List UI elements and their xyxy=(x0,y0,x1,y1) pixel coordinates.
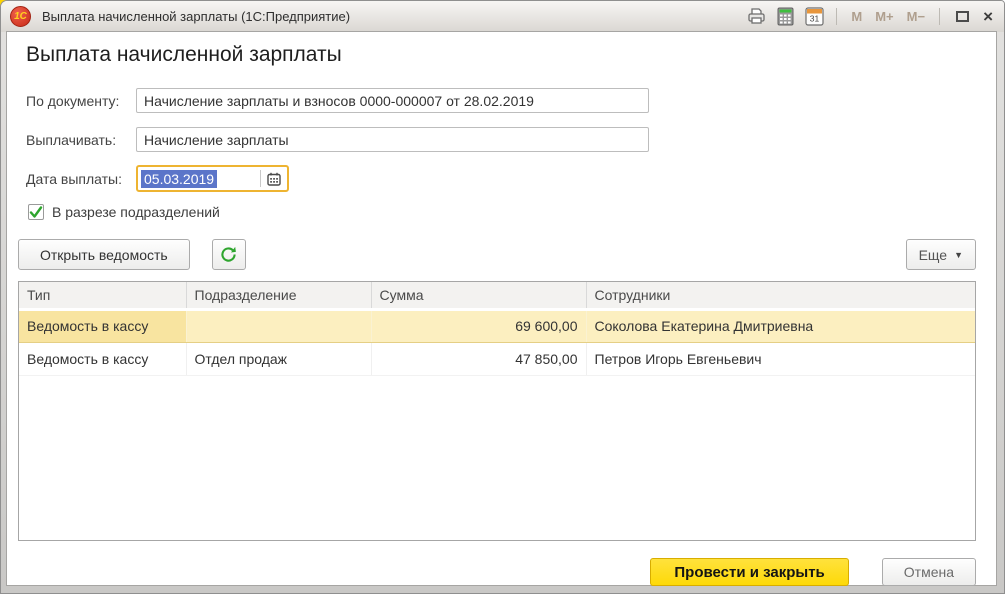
field-row-date: Дата выплаты: 05.03.2019 xyxy=(26,165,289,192)
titlebar-separator xyxy=(836,8,837,25)
refresh-icon xyxy=(220,246,237,263)
field-row-pay: Выплачивать: Начисление зарплаты xyxy=(26,127,649,152)
document-field[interactable]: Начисление зарплаты и взносов 0000-00000… xyxy=(136,88,649,113)
calendar-icon[interactable]: 31 xyxy=(803,7,825,27)
page-title: Выплата начисленной зарплаты xyxy=(26,43,342,67)
footer-buttons: Провести и закрыть Отмена xyxy=(650,558,976,586)
pay-field-label: Выплачивать: xyxy=(26,132,136,148)
date-picker-icon[interactable] xyxy=(261,167,287,190)
memory-m-button[interactable]: M xyxy=(848,9,865,24)
cancel-button[interactable]: Отмена xyxy=(882,558,976,586)
table-header-row: Тип Подразделение Сумма Сотрудники xyxy=(19,282,975,309)
field-row-document: По документу: Начисление зарплаты и взно… xyxy=(26,88,649,113)
form-content: Выплата начисленной зарплаты По документ… xyxy=(7,32,996,585)
pay-field-value: Начисление зарплаты xyxy=(144,132,289,148)
column-header-amount[interactable]: Сумма xyxy=(371,282,586,309)
table-row[interactable]: Ведомость в кассу Отдел продаж 47 850,00… xyxy=(19,342,975,375)
cell-type[interactable]: Ведомость в кассу xyxy=(19,342,186,375)
print-icon[interactable] xyxy=(745,7,767,27)
refresh-button[interactable] xyxy=(212,239,246,270)
document-field-value: Начисление зарплаты и взносов 0000-00000… xyxy=(144,93,534,109)
cell-employees[interactable]: Петров Игорь Евгеньевич xyxy=(586,342,975,375)
more-button-label: Еще xyxy=(919,247,948,263)
close-icon[interactable]: × xyxy=(980,8,996,25)
column-header-department[interactable]: Подразделение xyxy=(186,282,371,309)
memory-m-minus-button[interactable]: M− xyxy=(904,9,928,24)
more-button[interactable]: Еще ▼ xyxy=(906,239,976,270)
post-and-close-button[interactable]: Провести и закрыть xyxy=(650,558,848,586)
chevron-down-icon: ▼ xyxy=(954,250,963,260)
app-window: 1С Выплата начисленной зарплаты (1С:Пред… xyxy=(0,0,1005,594)
toolbar: Открыть ведомость Еще ▼ xyxy=(18,239,976,270)
checkbox-label: В разрезе подразделений xyxy=(52,204,220,220)
1c-logo-icon: 1С xyxy=(10,6,31,27)
pay-field[interactable]: Начисление зарплаты xyxy=(136,127,649,152)
calculator-icon[interactable] xyxy=(774,7,796,27)
payments-table: Тип Подразделение Сумма Сотрудники Ведом… xyxy=(18,281,976,541)
checkbox-check-icon xyxy=(28,204,44,220)
date-field-label: Дата выплаты: xyxy=(26,171,136,187)
by-department-checkbox[interactable]: В разрезе подразделений xyxy=(28,204,220,220)
cell-amount[interactable]: 69 600,00 xyxy=(371,309,586,342)
maximize-icon[interactable] xyxy=(951,7,973,27)
payment-date-value: 05.03.2019 xyxy=(141,170,217,188)
cell-type[interactable]: Ведомость в кассу xyxy=(19,309,186,342)
window-title: Выплата начисленной зарплаты (1С:Предпри… xyxy=(42,9,350,24)
column-header-employees[interactable]: Сотрудники xyxy=(586,282,975,309)
document-field-label: По документу: xyxy=(26,93,136,109)
table-row[interactable]: Ведомость в кассу 69 600,00 Соколова Ека… xyxy=(19,309,975,342)
payment-date-field[interactable]: 05.03.2019 xyxy=(136,165,289,192)
svg-text:31: 31 xyxy=(810,14,820,24)
titlebar: 1С Выплата начисленной зарплаты (1С:Пред… xyxy=(1,1,1004,32)
cell-amount[interactable]: 47 850,00 xyxy=(371,342,586,375)
column-header-type[interactable]: Тип xyxy=(19,282,186,309)
cell-department[interactable]: Отдел продаж xyxy=(186,342,371,375)
open-statement-button[interactable]: Открыть ведомость xyxy=(18,239,190,270)
titlebar-separator xyxy=(939,8,940,25)
cell-department[interactable] xyxy=(186,309,371,342)
memory-m-plus-button[interactable]: M+ xyxy=(872,9,896,24)
cell-employees[interactable]: Соколова Екатерина Дмитриевна xyxy=(586,309,975,342)
